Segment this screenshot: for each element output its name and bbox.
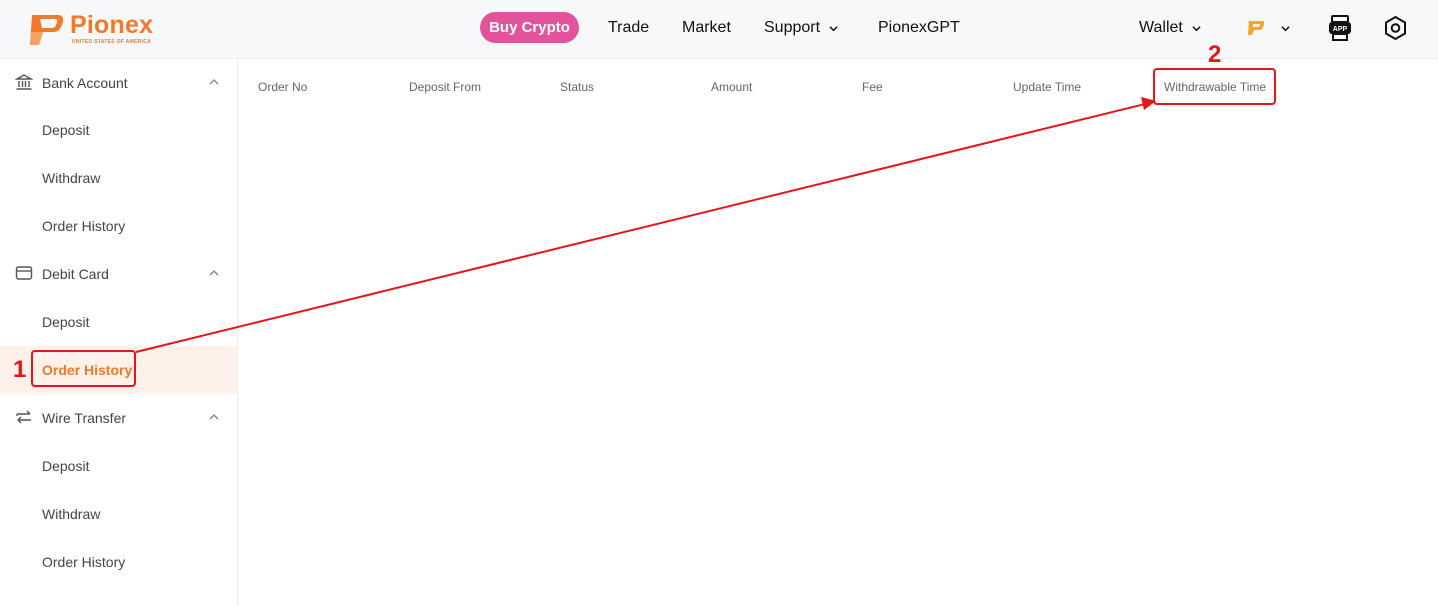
top-navbar: Pionex UNITED STATES OF AMERICA Buy Cryp… [0, 0, 1438, 59]
sidebar-group-label: Debit Card [42, 266, 109, 282]
nav-pionexgpt[interactable]: PionexGPT [878, 12, 960, 44]
sidebar-group-debit-card[interactable]: Debit Card [0, 250, 237, 298]
bank-icon [15, 74, 33, 90]
annotation-number-1: 1 [13, 356, 27, 383]
app-download-icon[interactable]: APP [1327, 14, 1353, 42]
sidebar-group-bank-account[interactable]: Bank Account [0, 59, 237, 107]
column-header-deposit-from: Deposit From [409, 80, 482, 94]
sidebar-group-label: Bank Account [42, 75, 128, 91]
brand-subtitle: UNITED STATES OF AMERICA [72, 39, 152, 45]
column-header-status: Status [560, 80, 595, 94]
sidebar-item-label: Withdraw [42, 170, 101, 186]
nav-wallet[interactable]: Wallet [1139, 12, 1201, 44]
transfer-icon [16, 410, 31, 424]
pionex-logo[interactable]: Pionex UNITED STATES OF AMERICA [28, 13, 153, 47]
sidebar-item-wire-withdraw[interactable]: Withdraw [0, 490, 237, 538]
column-header-update-time: Update Time [1013, 80, 1082, 94]
sidebar-item-bank-order-history[interactable]: Order History [0, 202, 237, 250]
chevron-up-icon [209, 79, 219, 85]
nav-support-label: Support [764, 19, 821, 36]
sidebar-item-label: Order History [42, 554, 126, 570]
annotation-box-2 [1153, 68, 1276, 105]
pionex-avatar-icon [1248, 21, 1265, 35]
annotation-box-1 [31, 350, 136, 387]
sidebar-item-label: Deposit [42, 122, 90, 138]
sidebar-item-bank-deposit[interactable]: Deposit [0, 106, 237, 154]
sidebar-item-debit-deposit[interactable]: Deposit [0, 298, 237, 346]
svg-text:APP: APP [1333, 26, 1348, 33]
chevron-down-icon [829, 25, 838, 31]
sidebar-item-label: Deposit [42, 458, 90, 474]
card-icon [15, 266, 33, 280]
nav-market-label: Market [682, 19, 731, 36]
nav-gpt-label: PionexGPT [878, 19, 960, 36]
brand-name: Pionex [70, 11, 154, 39]
chevron-down-icon [1281, 25, 1290, 31]
column-header-amount: Amount [711, 80, 753, 94]
sidebar-item-label: Deposit [42, 314, 90, 330]
sidebar-item-label: Order History [42, 218, 126, 234]
column-header-order-no: Order No [258, 80, 308, 94]
profile-menu[interactable] [1247, 17, 1290, 39]
column-header-fee: Fee [862, 80, 883, 94]
nav-wallet-label: Wallet [1139, 19, 1183, 36]
sidebar-item-wire-deposit[interactable]: Deposit [0, 442, 237, 490]
chevron-up-icon [209, 270, 219, 276]
sidebar-item-bank-withdraw[interactable]: Withdraw [0, 154, 237, 202]
chevron-down-icon [1192, 25, 1201, 31]
chevron-up-icon [209, 414, 219, 420]
logo-text: Pionex UNITED STATES OF AMERICA [70, 13, 153, 46]
nav-trade-label: Trade [608, 19, 650, 36]
annotation-number-2: 2 [1208, 41, 1222, 68]
nav-support[interactable]: Support [764, 12, 838, 44]
settings-hex-icon[interactable] [1383, 15, 1408, 41]
sidebar-group-wire-transfer[interactable]: Wire Transfer [0, 394, 237, 442]
nav-trade[interactable]: Trade [608, 12, 649, 44]
buy-crypto-button[interactable]: Buy Crypto [480, 12, 579, 43]
pionex-logo-icon [30, 15, 64, 45]
sidebar-item-wire-order-history[interactable]: Order History [0, 538, 237, 586]
nav-market[interactable]: Market [682, 12, 731, 44]
sidebar-group-label: Wire Transfer [42, 410, 127, 426]
sidebar-item-label: Withdraw [42, 506, 101, 522]
wallet-sidebar: Bank Account Deposit Withdraw Order Hist… [0, 59, 238, 606]
